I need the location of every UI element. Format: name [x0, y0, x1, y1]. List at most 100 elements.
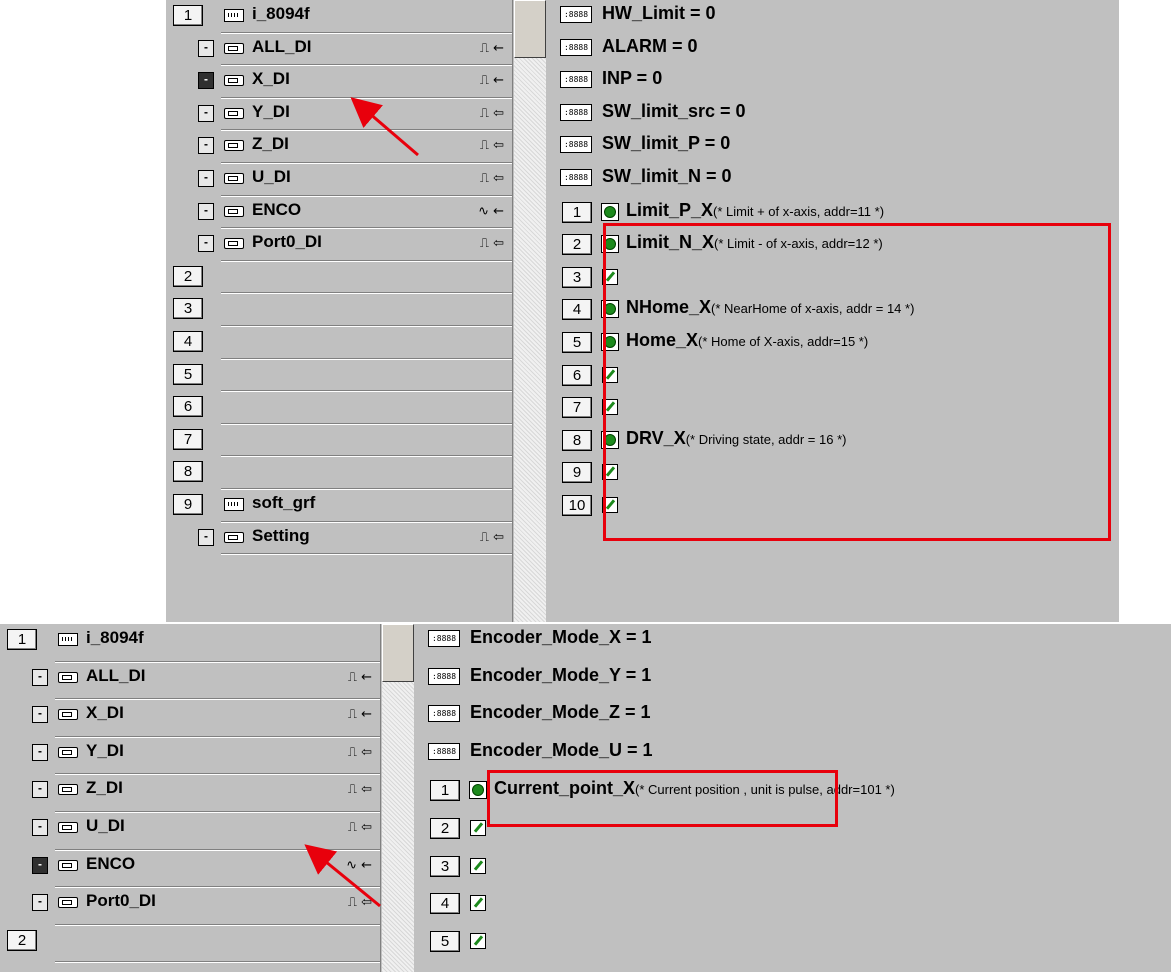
edit-variable-icon[interactable] [470, 857, 486, 874]
tree-row[interactable]: - ENCO ∿ ← [166, 196, 512, 230]
tree-row[interactable]: - Port0_DI ⎍ ⇦ [0, 887, 380, 926]
tree-row[interactable]: 1 i_8094f [0, 624, 380, 663]
slot-number[interactable]: 4 [173, 331, 203, 352]
slot-number[interactable]: 3 [173, 298, 203, 320]
collapse-button[interactable]: - [32, 743, 48, 761]
constant-label[interactable]: INP = 0 [602, 68, 662, 89]
variable-index[interactable]: 1 [562, 201, 592, 223]
variable-index[interactable]: 1 [430, 780, 460, 802]
device-label-x-di[interactable]: X_DI [252, 69, 290, 89]
collapse-button[interactable]: - [198, 39, 214, 57]
tree-row[interactable]: 7 [166, 424, 512, 458]
slot-number[interactable]: 7 [173, 428, 203, 450]
constant-label[interactable]: ALARM = 0 [602, 36, 698, 57]
variable-row[interactable]: :8888 SW_limit_P = 0 [556, 130, 1119, 163]
constant-label[interactable]: Encoder_Mode_U = 1 [470, 740, 653, 761]
variable-row[interactable]: :8888 INP = 0 [556, 65, 1119, 98]
variable-row[interactable]: :8888 Encoder_Mode_Z = 1 [424, 699, 1171, 737]
tree-row[interactable]: 3 [166, 293, 512, 327]
tree-row[interactable]: - X_DI ⎍ ← [166, 65, 512, 99]
variable-row[interactable]: 5 [424, 925, 1171, 963]
variable-index[interactable]: 10 [562, 495, 592, 516]
variable-index[interactable]: 5 [430, 930, 460, 952]
top-scrollbar-thumb[interactable] [514, 0, 546, 58]
constant-label[interactable]: SW_limit_N = 0 [602, 166, 732, 187]
constant-label[interactable]: Encoder_Mode_Z = 1 [470, 702, 651, 723]
collapse-button[interactable]: - [198, 170, 214, 187]
tree-row[interactable]: - Z_DI ⎍ ⇦ [0, 774, 380, 813]
tree-row[interactable]: - U_DI ⎍ ⇦ [166, 163, 512, 197]
variable-row[interactable]: :8888 ALARM = 0 [556, 33, 1119, 66]
device-label-z-di[interactable]: Z_DI [252, 134, 289, 154]
variable-index[interactable]: 2 [430, 818, 460, 839]
tree-row[interactable]: - Setting ⎍ ⇦ [166, 522, 512, 556]
device-label-y-di[interactable]: Y_DI [252, 102, 290, 122]
tree-row[interactable]: 2 [0, 925, 380, 964]
collapse-button[interactable]: - [198, 104, 214, 122]
slot-number[interactable]: 2 [173, 265, 203, 287]
collapse-button[interactable]: - [198, 528, 214, 546]
device-label-u-di[interactable]: U_DI [252, 167, 291, 187]
tree-row[interactable]: - Y_DI ⎍ ⇦ [166, 98, 512, 132]
device-label-all-di[interactable]: ALL_DI [252, 37, 312, 57]
variable-row[interactable]: 4 [424, 887, 1171, 925]
variable-index[interactable]: 9 [562, 462, 592, 484]
slot-number[interactable]: 5 [173, 363, 203, 385]
tree-row[interactable]: - U_DI ⎍ ⇦ [0, 812, 380, 851]
variable-index[interactable]: 4 [430, 893, 460, 915]
device-label-setting[interactable]: Setting [252, 526, 310, 546]
variable-index[interactable]: 8 [562, 429, 592, 451]
tree-row[interactable]: - ENCO ∿ ← [0, 850, 380, 889]
variable-row[interactable]: :8888 SW_limit_src = 0 [556, 98, 1119, 131]
device-label-z-di[interactable]: Z_DI [86, 778, 123, 798]
tree-row[interactable]: - Z_DI ⎍ ⇦ [166, 130, 512, 164]
slot-number[interactable]: 2 [7, 929, 37, 951]
slot-number[interactable]: 6 [173, 396, 203, 418]
tree-row[interactable]: 8 [166, 456, 512, 490]
variable-index[interactable]: 7 [562, 397, 592, 419]
slot-number[interactable]: 9 [173, 494, 203, 515]
device-label-enco[interactable]: ENCO [252, 200, 301, 220]
device-label-u-di[interactable]: U_DI [86, 816, 125, 836]
variable-row[interactable]: :8888 Encoder_Mode_U = 1 [424, 737, 1171, 775]
device-label-port0-di[interactable]: Port0_DI [252, 232, 322, 252]
tree-row[interactable]: - Port0_DI ⎍ ⇦ [166, 228, 512, 262]
tree-row[interactable]: 5 [166, 359, 512, 393]
variable-index[interactable]: 3 [562, 266, 592, 288]
variable-index[interactable]: 3 [430, 855, 460, 877]
variable-row[interactable]: :8888 Encoder_Mode_Y = 1 [424, 662, 1171, 700]
variable-row[interactable]: :8888 Encoder_Mode_X = 1 [424, 624, 1171, 662]
collapse-button[interactable]: - [198, 202, 214, 220]
device-label-port0-di[interactable]: Port0_DI [86, 891, 156, 911]
tree-row[interactable]: - Y_DI ⎍ ⇦ [0, 737, 380, 776]
device-label-x-di[interactable]: X_DI [86, 703, 124, 723]
device-label-y-di[interactable]: Y_DI [86, 741, 124, 761]
variable-row[interactable]: :8888 HW_Limit = 0 [556, 0, 1119, 33]
tree-row[interactable]: - ALL_DI ⎍ ← [0, 662, 380, 701]
collapse-button[interactable]: - [32, 706, 48, 724]
bottom-scrollbar-thumb[interactable] [382, 624, 414, 682]
variable-index[interactable]: 4 [562, 299, 592, 321]
constant-label[interactable]: HW_Limit = 0 [602, 3, 716, 24]
tree-row[interactable]: - ALL_DI ⎍ ← [166, 33, 512, 67]
variable-index[interactable]: 2 [562, 234, 592, 256]
collapse-button-selected[interactable]: - [198, 72, 214, 90]
constant-label[interactable]: Encoder_Mode_X = 1 [470, 627, 652, 648]
collapse-button-selected[interactable]: - [32, 856, 48, 874]
tree-row[interactable]: 1 i_8094f [166, 0, 512, 34]
tree-row[interactable]: 6 [166, 391, 512, 425]
collapse-button[interactable]: - [198, 235, 214, 253]
constant-label[interactable]: SW_limit_src = 0 [602, 101, 746, 122]
variable-label[interactable]: Limit_P_X(* Limit + of x-axis, addr=11 *… [626, 200, 884, 221]
collapse-button[interactable]: - [32, 781, 48, 799]
constant-label[interactable]: Encoder_Mode_Y = 1 [470, 665, 651, 686]
slot-number[interactable]: 8 [173, 461, 203, 483]
tree-row[interactable]: 9 soft_grf [166, 489, 512, 523]
variable-index[interactable]: 5 [562, 332, 592, 353]
tree-row[interactable]: 2 [166, 261, 512, 295]
device-label-enco[interactable]: ENCO [86, 854, 135, 874]
slot-number[interactable]: 1 [173, 5, 203, 26]
edit-variable-icon[interactable] [470, 932, 486, 949]
constant-label[interactable]: SW_limit_P = 0 [602, 133, 730, 154]
variable-row[interactable]: :8888 SW_limit_N = 0 [556, 163, 1119, 196]
